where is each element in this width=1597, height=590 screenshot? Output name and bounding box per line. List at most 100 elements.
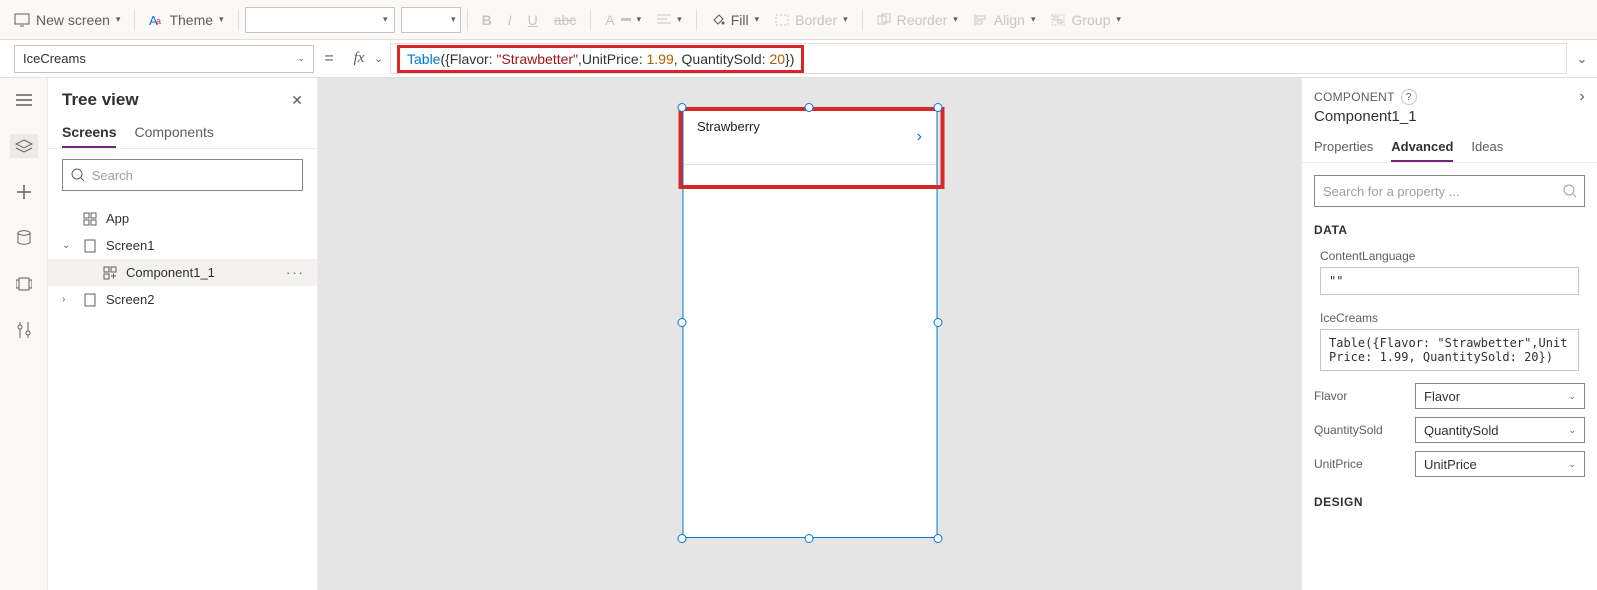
chevron-down-icon: ⌄ bbox=[297, 53, 305, 64]
property-selector[interactable]: IceCreams ⌄ bbox=[14, 45, 314, 73]
align-label: Align bbox=[994, 12, 1025, 28]
reorder-icon bbox=[877, 13, 891, 27]
group-button[interactable]: Group▾ bbox=[1043, 8, 1128, 32]
stepper-icon: ▾ bbox=[451, 14, 456, 25]
resize-handle[interactable] bbox=[933, 534, 942, 543]
tree-item-screen1[interactable]: ⌄ Screen1 bbox=[48, 232, 317, 259]
prop-select-flavor[interactable]: Flavor⌄ bbox=[1415, 383, 1585, 409]
data-button[interactable] bbox=[10, 226, 38, 250]
media-button[interactable] bbox=[10, 272, 38, 296]
tab-advanced[interactable]: Advanced bbox=[1391, 133, 1453, 162]
tab-screens[interactable]: Screens bbox=[62, 118, 116, 148]
tree-item-label: App bbox=[106, 211, 129, 226]
prop-label-flavor: Flavor bbox=[1314, 389, 1347, 403]
svg-text:a: a bbox=[156, 16, 161, 26]
tab-ideas[interactable]: Ideas bbox=[1471, 133, 1503, 162]
chevron-right-icon[interactable]: › bbox=[62, 294, 74, 305]
prop-value-contentlanguage[interactable]: "" bbox=[1320, 267, 1579, 295]
chevron-down-icon[interactable]: ⌄ bbox=[62, 240, 74, 251]
property-name: IceCreams bbox=[23, 51, 86, 66]
prop-label-icecreams: IceCreams bbox=[1302, 303, 1597, 329]
chevron-right-icon[interactable]: › bbox=[917, 128, 922, 146]
fill-button[interactable]: Fill▾ bbox=[703, 8, 767, 32]
bold-button[interactable]: B bbox=[474, 8, 500, 32]
layers-icon bbox=[15, 139, 33, 153]
chevron-right-icon[interactable]: › bbox=[1579, 88, 1585, 106]
resize-handle[interactable] bbox=[677, 534, 686, 543]
tree-item-screen2[interactable]: › Screen2 bbox=[48, 286, 317, 313]
font-color-button[interactable]: A▾ bbox=[597, 8, 649, 32]
gallery-row[interactable]: Strawberry › bbox=[683, 109, 936, 165]
hamburger-button[interactable] bbox=[10, 88, 38, 112]
reorder-button[interactable]: Reorder▾ bbox=[869, 8, 966, 32]
tree-search-input[interactable] bbox=[62, 159, 303, 191]
prop-select-unitprice[interactable]: UnitPrice⌄ bbox=[1415, 451, 1585, 477]
sliders-icon bbox=[17, 322, 31, 338]
selection-handles bbox=[682, 108, 937, 538]
fx-icon[interactable]: fx bbox=[344, 50, 374, 67]
tree-item-app[interactable]: App bbox=[48, 205, 317, 232]
theme-label: Theme bbox=[169, 12, 213, 28]
more-icon[interactable]: ··· bbox=[286, 265, 305, 280]
resize-handle[interactable] bbox=[677, 318, 686, 327]
section-header-design: DESIGN bbox=[1302, 491, 1597, 513]
align-button[interactable]: Align▾ bbox=[966, 8, 1044, 32]
tools-button[interactable] bbox=[10, 318, 38, 342]
search-icon bbox=[71, 168, 84, 182]
property-search-input[interactable] bbox=[1314, 175, 1585, 207]
font-size-input[interactable]: ▾ bbox=[401, 7, 461, 33]
align-obj-icon bbox=[974, 14, 988, 26]
tree-item-component[interactable]: Component1_1 ··· bbox=[48, 259, 317, 286]
component-icon bbox=[102, 266, 118, 280]
panel-header: COMPONENT bbox=[1314, 90, 1395, 104]
formula-input[interactable]: Table({Flavor: "Strawbetter",UnitPrice: … bbox=[390, 43, 1567, 74]
chevron-down-icon[interactable]: ⌄ bbox=[374, 52, 390, 65]
prop-select-quantitysold[interactable]: QuantitySold⌄ bbox=[1415, 417, 1585, 443]
app-icon bbox=[82, 212, 98, 226]
resize-handle[interactable] bbox=[805, 534, 814, 543]
group-icon bbox=[1051, 14, 1065, 26]
insert-button[interactable] bbox=[10, 180, 38, 204]
properties-panel: COMPONENT ? › Component1_1 Properties Ad… bbox=[1301, 78, 1597, 590]
top-toolbar: New screen ▾ Aa Theme ▾ ▾ ▾ B I U abc A▾… bbox=[0, 0, 1597, 40]
tree-view-button[interactable] bbox=[10, 134, 38, 158]
tab-properties[interactable]: Properties bbox=[1314, 133, 1373, 162]
underline-button[interactable]: U bbox=[520, 8, 546, 32]
section-header-data: DATA bbox=[1302, 219, 1597, 241]
prop-value-icecreams[interactable]: Table({Flavor: "Strawbetter",UnitPrice: … bbox=[1320, 329, 1579, 371]
equals-label: = bbox=[314, 50, 344, 68]
expand-formula-button[interactable]: ⌄ bbox=[1567, 51, 1597, 67]
new-screen-button[interactable]: New screen ▾ bbox=[6, 8, 128, 32]
strikethrough-button[interactable]: abc bbox=[546, 8, 585, 32]
fill-label: Fill bbox=[731, 12, 749, 28]
italic-button[interactable]: I bbox=[500, 8, 520, 32]
screen-icon bbox=[82, 293, 98, 307]
close-icon[interactable]: ✕ bbox=[291, 92, 303, 109]
chevron-down-icon: ⌄ bbox=[1568, 459, 1576, 470]
text-align-button[interactable]: ▾ bbox=[649, 10, 690, 30]
border-label: Border bbox=[795, 12, 837, 28]
database-icon bbox=[17, 230, 31, 246]
component-preview[interactable]: Strawberry › bbox=[682, 108, 937, 538]
hamburger-icon bbox=[16, 94, 32, 106]
tree-item-label: Screen1 bbox=[106, 238, 154, 253]
chevron-down-icon: ▾ bbox=[116, 14, 121, 25]
prop-label-contentlanguage: ContentLanguage bbox=[1302, 241, 1597, 267]
tree-item-label: Component1_1 bbox=[126, 265, 215, 280]
screen-icon bbox=[14, 13, 30, 27]
fill-icon bbox=[711, 13, 725, 27]
canvas[interactable]: Strawberry › bbox=[318, 78, 1301, 590]
media-icon bbox=[16, 277, 32, 291]
prop-label-unitprice: UnitPrice bbox=[1314, 457, 1363, 471]
search-icon bbox=[1563, 184, 1576, 198]
border-icon bbox=[775, 14, 789, 26]
formula-highlight: Table({Flavor: "Strawbetter",UnitPrice: … bbox=[399, 47, 802, 71]
resize-handle[interactable] bbox=[933, 318, 942, 327]
border-button[interactable]: Border▾ bbox=[767, 8, 856, 32]
chevron-down-icon: ⌄ bbox=[1568, 425, 1576, 436]
theme-button[interactable]: Aa Theme ▾ bbox=[141, 8, 231, 32]
tab-components[interactable]: Components bbox=[134, 118, 213, 148]
help-icon[interactable]: ? bbox=[1401, 89, 1417, 105]
font-family-select[interactable]: ▾ bbox=[245, 7, 395, 33]
plus-icon bbox=[17, 185, 31, 199]
